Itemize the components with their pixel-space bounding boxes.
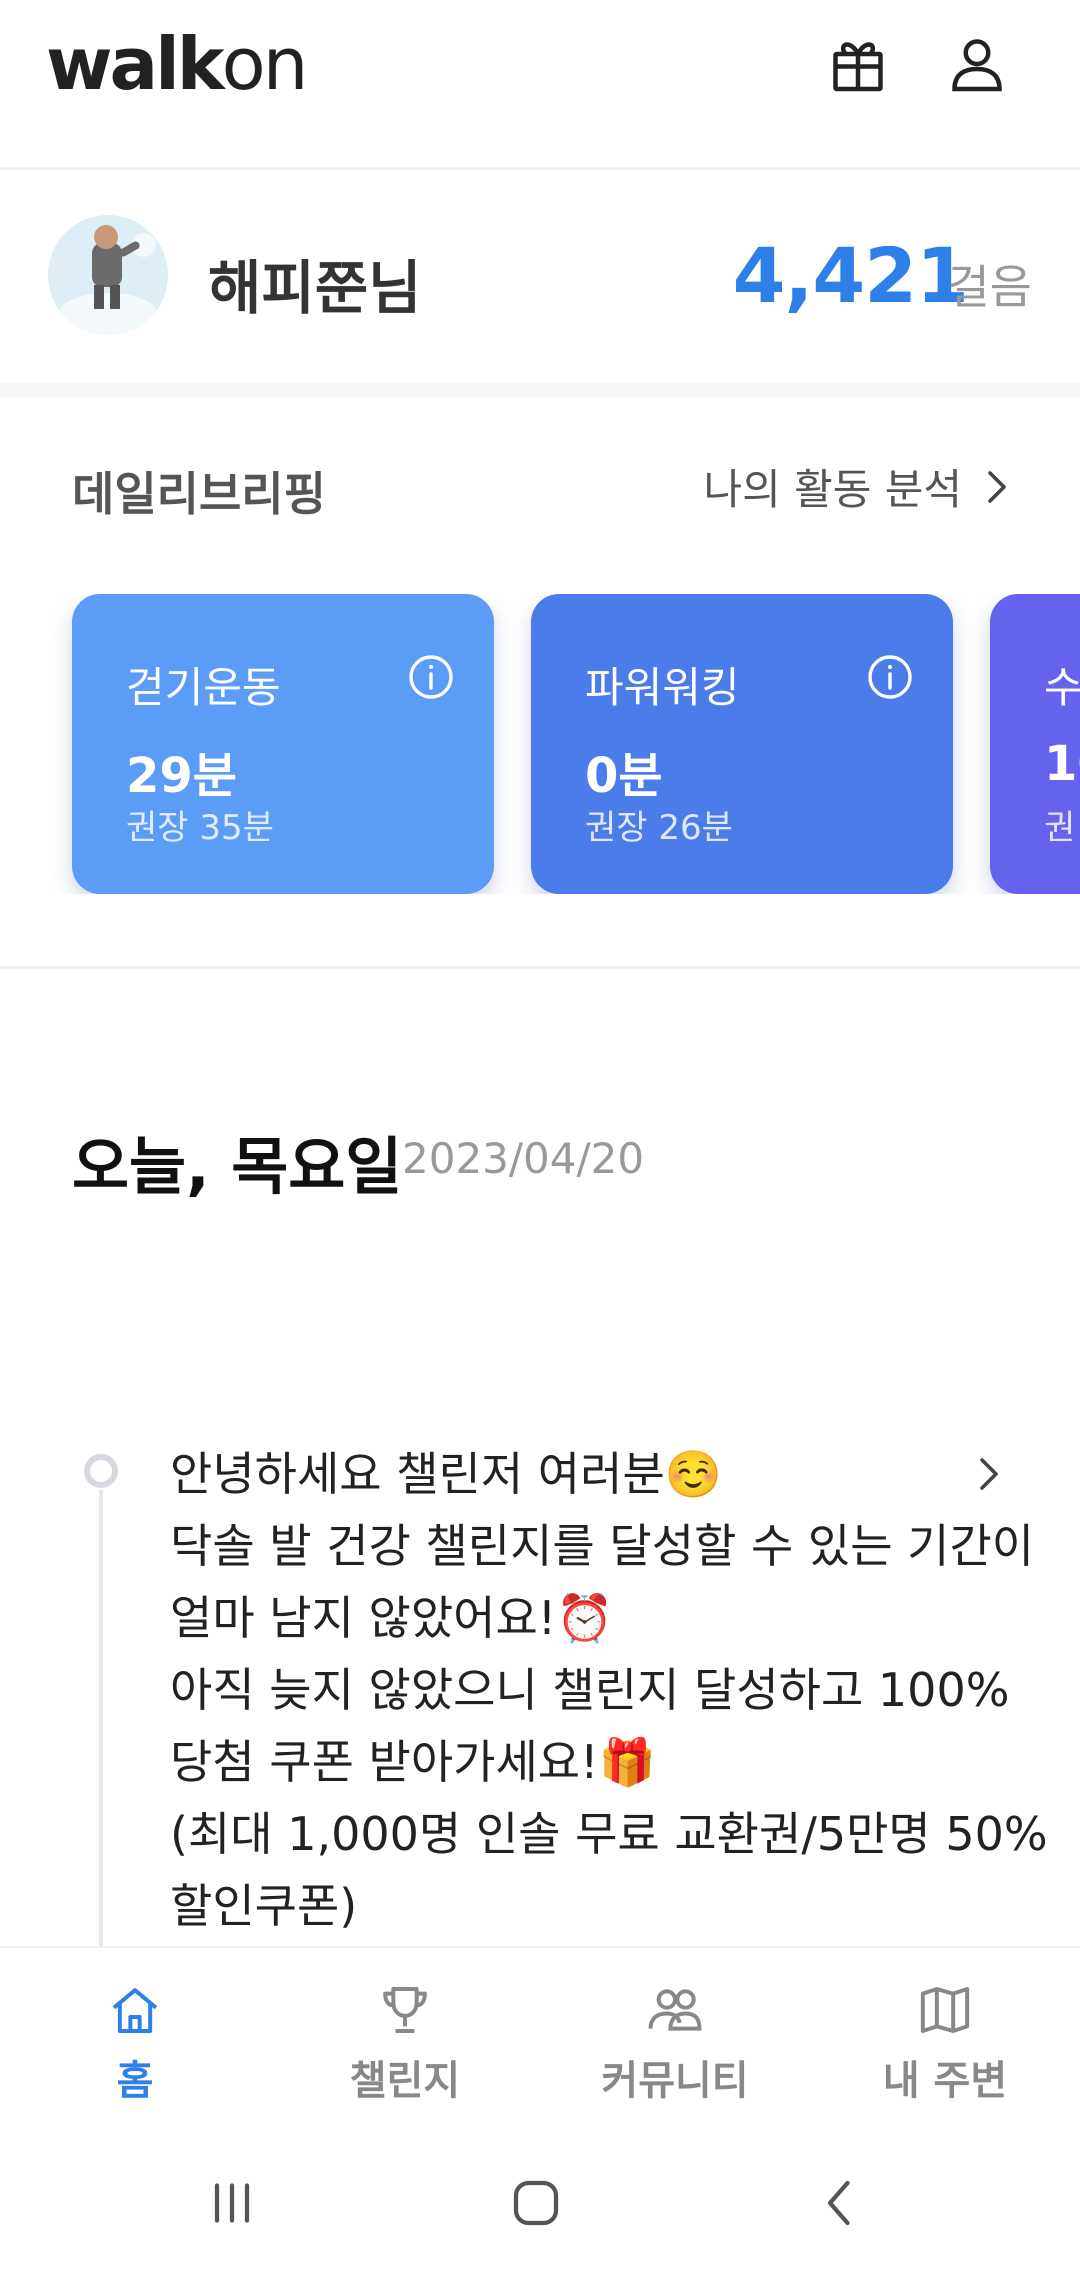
briefing-cards-carousel[interactable]: 걷기운동 29분 권장 35분 파워워킹 0분 권장 26분 수 10 권 [0, 594, 1080, 894]
info-icon[interactable] [408, 654, 454, 700]
logo-text-suffix: on [221, 22, 309, 106]
daily-briefing-title: 데일리브리핑 [72, 467, 326, 521]
message-line: 안녕하세요 챌린저 여러분☺️ [170, 1447, 723, 1501]
recent-apps-icon [214, 2183, 250, 2223]
user-icon [952, 39, 1002, 92]
today-date: 2023/04/20 [402, 1134, 645, 1183]
section-divider [0, 966, 1080, 969]
message-line: 당첨 쿠폰 받아가세요!🎁 [170, 1735, 656, 1789]
walkon-logo[interactable]: walkon [46, 22, 309, 106]
walking-exercise-card[interactable]: 걷기운동 29분 권장 35분 [72, 594, 494, 894]
profile-summary[interactable]: 해피쭌님 4,421 걸음 [0, 173, 1080, 383]
card-value: 29분 [126, 748, 237, 804]
message-line: 할인쿠폰) [170, 1879, 358, 1933]
message-line: 아직 늦지 않았으니 챌린지 달성하고 100% [170, 1663, 1010, 1717]
avatar-photo [48, 215, 168, 335]
gift-icon [833, 42, 883, 92]
nav-label: 내 주변 [882, 2058, 1008, 2104]
third-activity-card[interactable]: 수 10 권 [990, 594, 1080, 894]
activity-analysis-link[interactable]: 나의 활동 분석 [703, 456, 1010, 517]
app-screen: walkon 해피쭌님 4,421 걸음 데일리브리핑 나의 활동 분석 걷기운… [0, 0, 1080, 2272]
nav-tab-home[interactable]: 홈 [35, 1982, 235, 2122]
card-recommended: 권 [1044, 808, 1076, 848]
message-line: 얼마 남지 않았어요!⏰ [170, 1591, 614, 1645]
activity-analysis-label: 나의 활동 분석 [703, 465, 962, 514]
nav-label: 커뮤니티 [601, 2058, 749, 2104]
message-line: (최대 1,000명 인솔 무료 교환권/5만명 50% [170, 1807, 1048, 1861]
message-line: 닥솔 발 건강 챌린지를 달성할 수 있는 기간이 [170, 1519, 1035, 1573]
card-value: 10 [1044, 736, 1080, 792]
chevron-right-icon [988, 470, 1006, 503]
home-square-icon [513, 2180, 559, 2226]
map-icon [920, 1987, 970, 2033]
section-divider [0, 383, 1080, 397]
avatar[interactable] [48, 215, 168, 335]
card-title: 걷기운동 [126, 663, 281, 712]
user-nickname: 해피쭌님 [208, 254, 422, 322]
nav-label: 챌린지 [349, 2058, 461, 2104]
notice-message[interactable]: 안녕하세요 챌린저 여러분☺️ 닥솔 발 건강 챌린지를 달성할 수 있는 기간… [170, 1438, 1048, 1942]
card-value: 0분 [585, 748, 663, 804]
back-button[interactable] [800, 2168, 880, 2238]
people-icon [648, 1989, 702, 2031]
step-unit: 걸음 [947, 260, 1032, 314]
nav-label: 홈 [116, 2058, 154, 2104]
timeline-line [99, 1490, 103, 1950]
card-title: 수 [1044, 663, 1080, 712]
nav-tab-challenge[interactable]: 챌린지 [305, 1982, 505, 2122]
info-icon[interactable] [867, 654, 913, 700]
home-icon [112, 1988, 158, 2033]
back-chevron-icon [827, 2180, 850, 2226]
chevron-right-icon[interactable] [976, 1454, 1002, 1494]
my-profile-button[interactable] [941, 28, 1013, 100]
home-system-button[interactable] [496, 2168, 576, 2238]
card-recommended: 권장 35분 [126, 808, 274, 848]
bottom-navigation: 홈 챌린지 커뮤니티 내 주변 [0, 1946, 1080, 2138]
power-walking-card[interactable]: 파워워킹 0분 권장 26분 [531, 594, 953, 894]
nav-tab-nearby[interactable]: 내 주변 [845, 1982, 1045, 2122]
nav-tab-community[interactable]: 커뮤니티 [575, 1982, 775, 2122]
card-recommended: 권장 26분 [585, 808, 733, 848]
step-count: 4,421 [732, 231, 969, 320]
recent-apps-button[interactable] [192, 2168, 272, 2238]
gift-button[interactable] [822, 28, 894, 100]
logo-text-prefix: walk [46, 22, 225, 106]
trophy-icon [383, 1987, 427, 2033]
card-title: 파워워킹 [585, 663, 740, 712]
timeline-dot [84, 1454, 118, 1488]
system-navigation-bar [0, 2138, 1080, 2272]
today-title: 오늘, 목요일 [72, 1130, 403, 1203]
app-header: walkon [0, 0, 1080, 170]
